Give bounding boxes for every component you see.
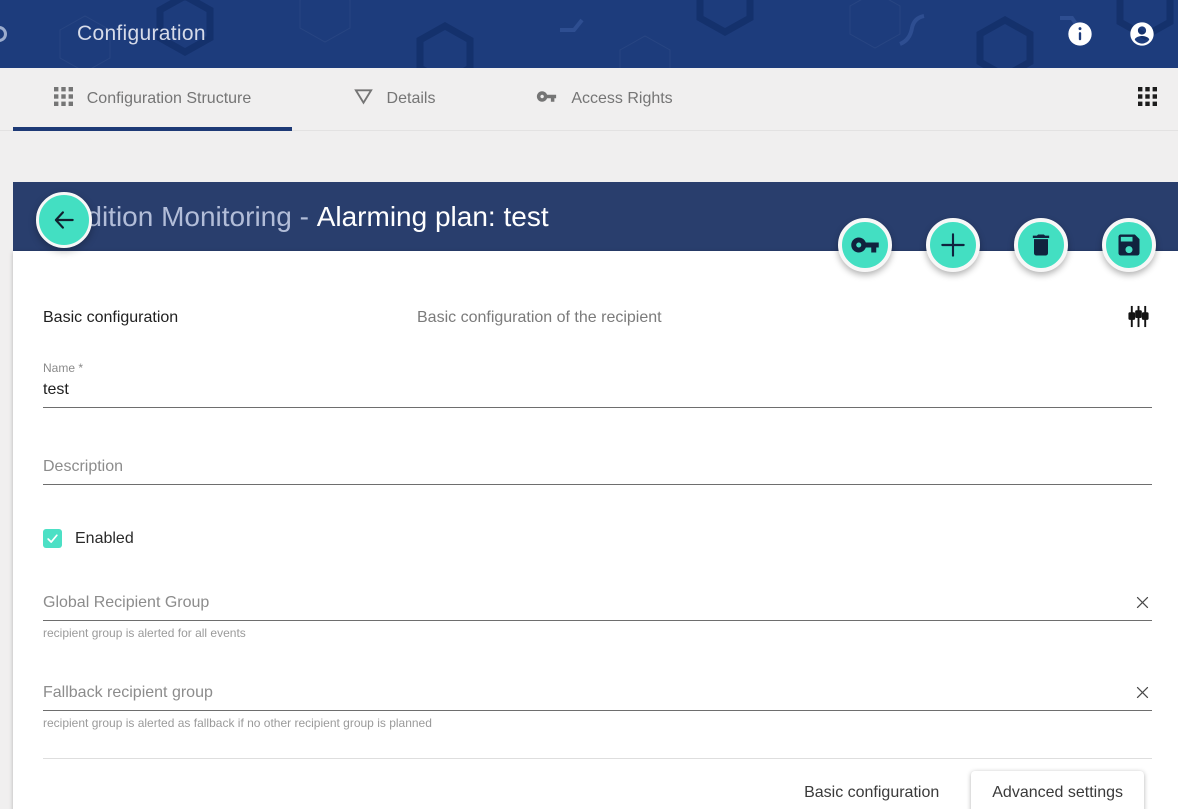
delete-button[interactable] bbox=[1014, 218, 1068, 272]
clear-x-icon[interactable] bbox=[1134, 594, 1152, 612]
tab-label: Details bbox=[387, 90, 436, 108]
footer-bar: Basic configuration Advanced settings bbox=[43, 759, 1152, 809]
fallback-recipient-group-input[interactable] bbox=[43, 684, 1126, 702]
tab-access-rights[interactable]: Access Rights bbox=[497, 68, 712, 130]
add-button[interactable] bbox=[926, 218, 980, 272]
navbar-actions bbox=[1066, 0, 1156, 68]
section-title: Basic configuration bbox=[43, 309, 417, 327]
save-icon bbox=[1115, 231, 1143, 259]
arrow-left-icon bbox=[51, 207, 77, 233]
tune-sliders-icon[interactable] bbox=[1127, 305, 1150, 333]
tab-bar: Configuration Structure Details Access R… bbox=[0, 68, 1178, 131]
trash-icon bbox=[1027, 231, 1055, 259]
fallback-recipient-group-field: recipient group is alerted as fallback i… bbox=[43, 684, 1152, 730]
enabled-checkbox[interactable] bbox=[43, 529, 62, 548]
apps-grid-icon[interactable] bbox=[1138, 87, 1157, 111]
basic-configuration-form: Basic configuration Basic configuration … bbox=[13, 251, 1178, 809]
global-recipient-group-field: recipient group is alerted for all event… bbox=[43, 594, 1152, 640]
tab-label: Access Rights bbox=[571, 90, 672, 108]
description-field bbox=[43, 458, 1152, 485]
enabled-checkbox-row[interactable]: Enabled bbox=[43, 529, 1152, 548]
tab-details[interactable]: Details bbox=[292, 68, 497, 130]
key-icon bbox=[850, 230, 880, 260]
action-button-row bbox=[838, 218, 1156, 272]
plus-icon bbox=[937, 229, 969, 261]
save-button[interactable] bbox=[1102, 218, 1156, 272]
name-input[interactable] bbox=[43, 381, 1152, 399]
section-header: Basic configuration Basic configuration … bbox=[43, 309, 1152, 327]
grid-icon bbox=[54, 87, 73, 111]
clear-x-icon[interactable] bbox=[1134, 684, 1152, 702]
advanced-settings-button[interactable]: Advanced settings bbox=[971, 771, 1144, 809]
checkmark-icon bbox=[46, 532, 59, 545]
info-icon[interactable] bbox=[1066, 20, 1094, 48]
name-field-label: Name * bbox=[43, 361, 1152, 375]
global-recipient-group-input[interactable] bbox=[43, 594, 1126, 612]
page-title-emphasis: Alarming plan: test bbox=[317, 201, 549, 232]
key-icon bbox=[536, 86, 557, 112]
access-key-button[interactable] bbox=[838, 218, 892, 272]
tab-label: Configuration Structure bbox=[87, 90, 252, 108]
enabled-label: Enabled bbox=[75, 530, 134, 548]
section-subtitle: Basic configuration of the recipient bbox=[417, 309, 662, 327]
page-title: Condition Monitoring - Alarming plan: te… bbox=[35, 201, 549, 233]
back-button[interactable] bbox=[36, 192, 92, 248]
top-navbar: Configuration bbox=[0, 0, 1178, 68]
configuration-card: Basic configuration Basic configuration … bbox=[13, 251, 1178, 809]
tab-configuration-structure[interactable]: Configuration Structure bbox=[13, 68, 292, 130]
fallback-recipient-helper: recipient group is alerted as fallback i… bbox=[43, 716, 1152, 730]
app-title: Configuration bbox=[77, 22, 206, 46]
footer-step-label: Basic configuration bbox=[804, 784, 939, 802]
description-input[interactable] bbox=[43, 458, 1152, 476]
main-content: Condition Monitoring - Alarming plan: te… bbox=[0, 182, 1178, 809]
global-recipient-helper: recipient group is alerted for all event… bbox=[43, 626, 1152, 640]
name-field: Name * bbox=[43, 361, 1152, 408]
account-icon[interactable] bbox=[1128, 20, 1156, 48]
funnel-icon bbox=[354, 88, 373, 111]
